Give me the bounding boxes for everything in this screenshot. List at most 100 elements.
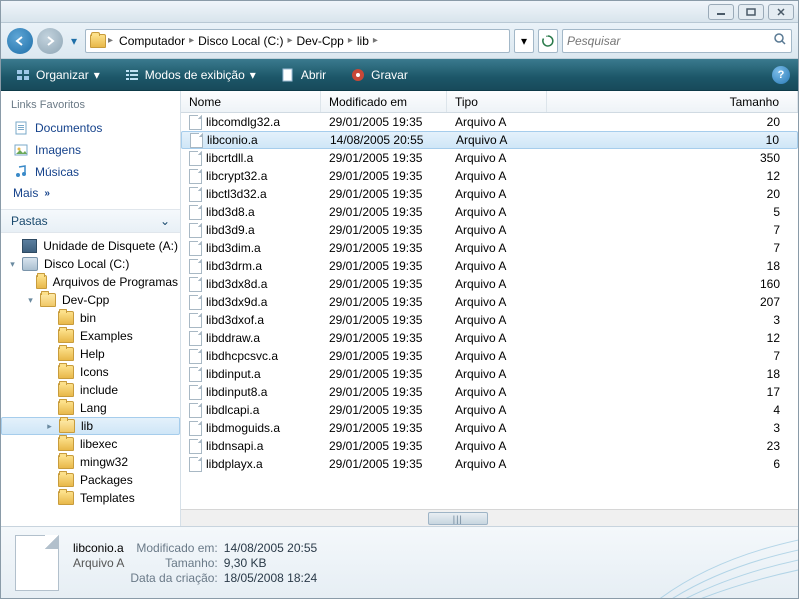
file-type: Arquivo A [447,259,547,273]
file-name: libcomdlg32.a [206,115,280,129]
refresh-button[interactable] [538,29,558,53]
scrollbar-thumb[interactable]: ||| [428,512,488,525]
file-row[interactable]: libd3dx9d.a29/01/2005 19:35Arquivo A207 [181,293,798,311]
tree-item[interactable]: ▸bin [1,309,180,327]
nav-history-dropdown[interactable]: ▾ [67,31,81,51]
file-icon [189,259,202,274]
breadcrumb-segment[interactable]: lib [353,30,373,52]
tree-item[interactable]: ▸Arquivos de Programas [1,273,180,291]
tree-toggle-icon[interactable]: ▸ [44,421,55,432]
file-row[interactable]: libdhcpcsvc.a29/01/2005 19:35Arquivo A7 [181,347,798,365]
tree-toggle-icon[interactable]: ▾ [7,259,18,270]
file-type: Arquivo A [447,151,547,165]
titlebar[interactable] [1,1,798,23]
file-row[interactable]: libcomdlg32.a29/01/2005 19:35Arquivo A20 [181,113,798,131]
file-size: 7 [547,241,798,255]
file-row[interactable]: libd3dx8d.a29/01/2005 19:35Arquivo A160 [181,275,798,293]
file-row[interactable]: libconio.a14/08/2005 20:55Arquivo A10 [181,131,798,149]
back-button[interactable] [7,28,33,54]
toolbar: Organizar ▾ Modos de exibição ▾ Abrir Gr… [1,59,798,91]
file-row[interactable]: libcrypt32.a29/01/2005 19:35Arquivo A12 [181,167,798,185]
organize-button[interactable]: Organizar ▾ [9,64,106,86]
favorite-link[interactable]: Músicas [11,161,170,183]
breadcrumb-segment[interactable]: Dev-Cpp [293,30,348,52]
tree-item[interactable]: ▸Examples [1,327,180,345]
floppy-icon [22,239,38,253]
minimize-button[interactable] [708,4,734,20]
organize-label: Organizar [36,68,89,82]
file-row[interactable]: libdmoguids.a29/01/2005 19:35Arquivo A3 [181,419,798,437]
column-header[interactable]: Nome Modificado em Tipo Tamanho [181,91,798,113]
file-row[interactable]: libdlcapi.a29/01/2005 19:35Arquivo A4 [181,401,798,419]
file-type: Arquivo A [447,313,547,327]
file-row[interactable]: libdnsapi.a29/01/2005 19:35Arquivo A23 [181,437,798,455]
file-modified: 29/01/2005 19:35 [321,259,447,273]
file-name: libdplayx.a [206,457,263,471]
file-row[interactable]: libddraw.a29/01/2005 19:35Arquivo A12 [181,329,798,347]
file-row[interactable]: libcrtdll.a29/01/2005 19:35Arquivo A350 [181,149,798,167]
forward-button[interactable] [37,28,63,54]
file-icon [189,115,202,130]
more-link[interactable]: Mais » [11,183,170,203]
tree-item[interactable]: ▾Disco Local (C:) [1,255,180,273]
file-modified: 29/01/2005 19:35 [321,403,447,417]
breadcrumb[interactable]: ▸ Computador▸Disco Local (C:)▸Dev-Cpp▸li… [85,29,510,53]
tree-item[interactable]: ▸lib [1,417,180,435]
file-size: 20 [547,115,798,129]
tree-item[interactable]: ▸Templates [1,489,180,507]
search-icon[interactable] [773,32,787,49]
folder-tree[interactable]: ▸Unidade de Disquete (A:)▾Disco Local (C… [1,233,180,526]
tree-item[interactable]: ▸Help [1,345,180,363]
address-dropdown[interactable]: ▾ [514,29,534,53]
search-box[interactable] [562,29,792,53]
file-type: Arquivo A [447,241,547,255]
file-row[interactable]: libd3dim.a29/01/2005 19:35Arquivo A7 [181,239,798,257]
tree-item[interactable]: ▸Unidade de Disquete (A:) [1,237,180,255]
tree-toggle-icon[interactable]: ▾ [25,295,36,306]
open-icon [280,67,296,83]
breadcrumb-segment[interactable]: Disco Local (C:) [194,30,287,52]
file-type: Arquivo A [447,457,547,471]
img-icon [13,142,29,158]
file-row[interactable]: libdinput.a29/01/2005 19:35Arquivo A18 [181,365,798,383]
horizontal-scrollbar[interactable]: ||| [181,509,798,526]
tree-item[interactable]: ▸libexec [1,435,180,453]
file-row[interactable]: libd3drm.a29/01/2005 19:35Arquivo A18 [181,257,798,275]
file-row[interactable]: libctl3d32.a29/01/2005 19:35Arquivo A20 [181,185,798,203]
tree-item[interactable]: ▸Icons [1,363,180,381]
tree-label: Templates [78,490,137,506]
favorite-link[interactable]: Imagens [11,139,170,161]
folders-header[interactable]: Pastas ⌄ [1,209,180,233]
breadcrumb-segment[interactable]: Computador [115,30,189,52]
file-row[interactable]: libdinput8.a29/01/2005 19:35Arquivo A17 [181,383,798,401]
file-pane: Nome Modificado em Tipo Tamanho libcomdl… [181,91,798,526]
file-modified: 29/01/2005 19:35 [321,385,447,399]
details-pane: libconio.a Modificado em: 14/08/2005 20:… [1,526,798,598]
tree-item[interactable]: ▸include [1,381,180,399]
col-type[interactable]: Tipo [447,91,547,112]
file-name: libdnsapi.a [206,439,263,453]
file-row[interactable]: libdplayx.a29/01/2005 19:35Arquivo A6 [181,455,798,473]
open-button[interactable]: Abrir [274,64,332,86]
col-size[interactable]: Tamanho [547,91,798,112]
col-modified[interactable]: Modificado em [321,91,447,112]
tree-item[interactable]: ▾Dev-Cpp [1,291,180,309]
file-row[interactable]: libd3d9.a29/01/2005 19:35Arquivo A7 [181,221,798,239]
help-button[interactable]: ? [772,66,790,84]
file-list[interactable]: libcomdlg32.a29/01/2005 19:35Arquivo A20… [181,113,798,509]
burn-button[interactable]: Gravar [344,64,414,86]
favorite-link[interactable]: Documentos [11,117,170,139]
file-row[interactable]: libd3d8.a29/01/2005 19:35Arquivo A5 [181,203,798,221]
close-button[interactable] [768,4,794,20]
tree-item[interactable]: ▸Lang [1,399,180,417]
folders-title: Pastas [11,214,48,228]
file-row[interactable]: libd3dxof.a29/01/2005 19:35Arquivo A3 [181,311,798,329]
chevron-right-icon: ▸ [108,35,113,46]
search-input[interactable] [567,34,773,48]
col-name[interactable]: Nome [181,91,321,112]
details-size-value: 9,30 KB [224,556,317,570]
views-button[interactable]: Modos de exibição ▾ [118,64,262,86]
tree-item[interactable]: ▸mingw32 [1,453,180,471]
tree-item[interactable]: ▸Packages [1,471,180,489]
maximize-button[interactable] [738,4,764,20]
